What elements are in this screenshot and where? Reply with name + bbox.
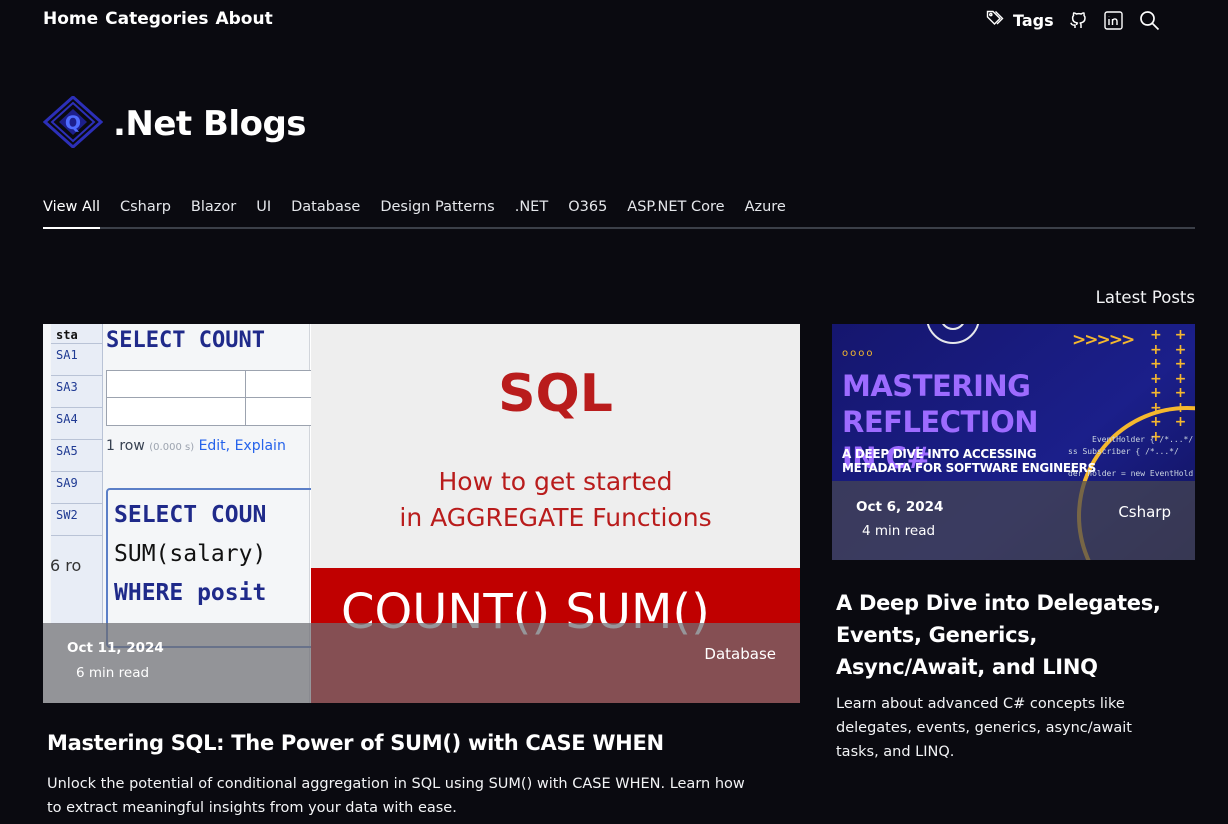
post-date: Oct 11, 2024 (67, 640, 164, 656)
col-value: SA4 (51, 408, 102, 440)
featured-post-description: Unlock the potential of conditional aggr… (47, 776, 745, 816)
tab-o365[interactable]: O365 (568, 199, 607, 227)
table-header: SUM(sa (252, 375, 308, 390)
col-value: SA5 (51, 440, 102, 472)
category-tabs: View All Csharp Blazor UI Database Desig… (43, 199, 1195, 229)
main-nav: Home Categories About (43, 9, 273, 29)
tab-view-all[interactable]: View All (43, 199, 100, 229)
table-header: COUNT(staffno) (107, 371, 246, 397)
image-subtitle-line: A DEEP DIVE INTO ACCESSING (842, 447, 1037, 461)
tab-design-patterns[interactable]: Design Patterns (380, 199, 494, 227)
post-category[interactable]: Database (704, 645, 776, 663)
col-value: SA3 (51, 376, 102, 408)
col-value: SA9 (51, 472, 102, 504)
image-title-line: MASTERING REFLECTION (842, 369, 1039, 439)
search-icon[interactable] (1139, 10, 1160, 31)
site-logo-icon: Q (42, 94, 104, 152)
code-line: SELECT COUN (114, 502, 267, 528)
tags-label: Tags (1013, 10, 1054, 30)
featured-post-title[interactable]: Mastering SQL: The Power of SUM() with C… (47, 731, 664, 755)
nav-about-link[interactable]: About (215, 9, 272, 29)
latest-posts-heading: Latest Posts (1095, 288, 1195, 307)
rows-time: (0.000 s) (149, 442, 195, 453)
linkedin-icon[interactable] (1103, 10, 1123, 30)
logo-letter: Q (65, 112, 81, 134)
tab-ui[interactable]: UI (256, 199, 271, 227)
tags-link[interactable]: Tags (986, 9, 1054, 31)
tab-database[interactable]: Database (291, 199, 360, 227)
post-category[interactable]: Csharp (1118, 503, 1171, 521)
side-meta-overlay: Oct 6, 2024 4 min read Csharp (832, 481, 1195, 560)
side-post-card[interactable]: oooo >>>>> + + + + + + + + + + + + + + +… (832, 324, 1195, 560)
table-cell: 37267 (252, 402, 294, 417)
result-table: COUNT(staffno) SUM(sa 2 37267 (106, 370, 316, 426)
table-cell: 2 (107, 398, 246, 425)
code-line: WHERE posit (114, 580, 267, 606)
code-line: SUM(salary) (114, 541, 267, 567)
read-time: 6 min read (76, 665, 150, 681)
site-title: .Net Blogs (113, 104, 307, 144)
code-heading: SELECT COUNT (106, 328, 265, 353)
tab-csharp[interactable]: Csharp (120, 199, 171, 227)
github-icon[interactable] (1068, 10, 1088, 30)
post-date: Oct 6, 2024 (856, 499, 944, 515)
site-brand[interactable]: Q .Net Blogs (42, 94, 307, 152)
side-post-title[interactable]: A Deep Dive into Delegates, Events, Gene… (836, 587, 1176, 683)
read-time: 4 min read (862, 523, 936, 539)
rows-count: 1 row (106, 438, 145, 454)
col-head: sta (51, 324, 102, 344)
nav-home-link[interactable]: Home (43, 9, 98, 29)
chevrons-decoration: >>>>> (1072, 330, 1135, 350)
side-post-description: Learn about advanced C# concepts like de… (836, 696, 1132, 760)
featured-meta-overlay: Oct 11, 2024 6 min read Database (43, 623, 800, 703)
tag-icon (986, 9, 1008, 31)
tab-azure[interactable]: Azure (745, 199, 786, 227)
col-value: SA1 (51, 344, 102, 376)
promo-sub-line: in AGGREGATE Functions (399, 503, 712, 532)
rows-links: Edit, Explain (198, 438, 286, 454)
image-subtitle: A DEEP DIVE INTO ACCESSING METADATA FOR … (842, 447, 1096, 475)
nav-categories-link[interactable]: Categories (105, 9, 208, 29)
featured-post-card[interactable]: sta SA1 SA3 SA4 SA5 SA9 SW2 SELECT COUNT… (43, 324, 800, 703)
tab-dotnet[interactable]: .NET (515, 199, 548, 227)
image-subtitle-line: METADATA FOR SOFTWARE ENGINEERS (842, 461, 1096, 475)
promo-sub-line: How to get started (438, 467, 673, 496)
tab-aspnet-core[interactable]: ASP.NET Core (627, 199, 724, 227)
promo-subheading: How to get started in AGGREGATE Function… (311, 464, 800, 536)
rows-side-text: 6 ro (50, 556, 82, 575)
staff-column: sta SA1 SA3 SA4 SA5 SA9 SW2 (51, 324, 103, 624)
rows-info: 1 row (0.000 s) Edit, Explain (106, 438, 286, 454)
tab-blazor[interactable]: Blazor (191, 199, 236, 227)
dots-decoration: oooo (842, 348, 875, 359)
col-value: SW2 (51, 504, 102, 536)
promo-heading: SQL (498, 364, 613, 424)
top-right-actions: Tags (986, 9, 1160, 31)
